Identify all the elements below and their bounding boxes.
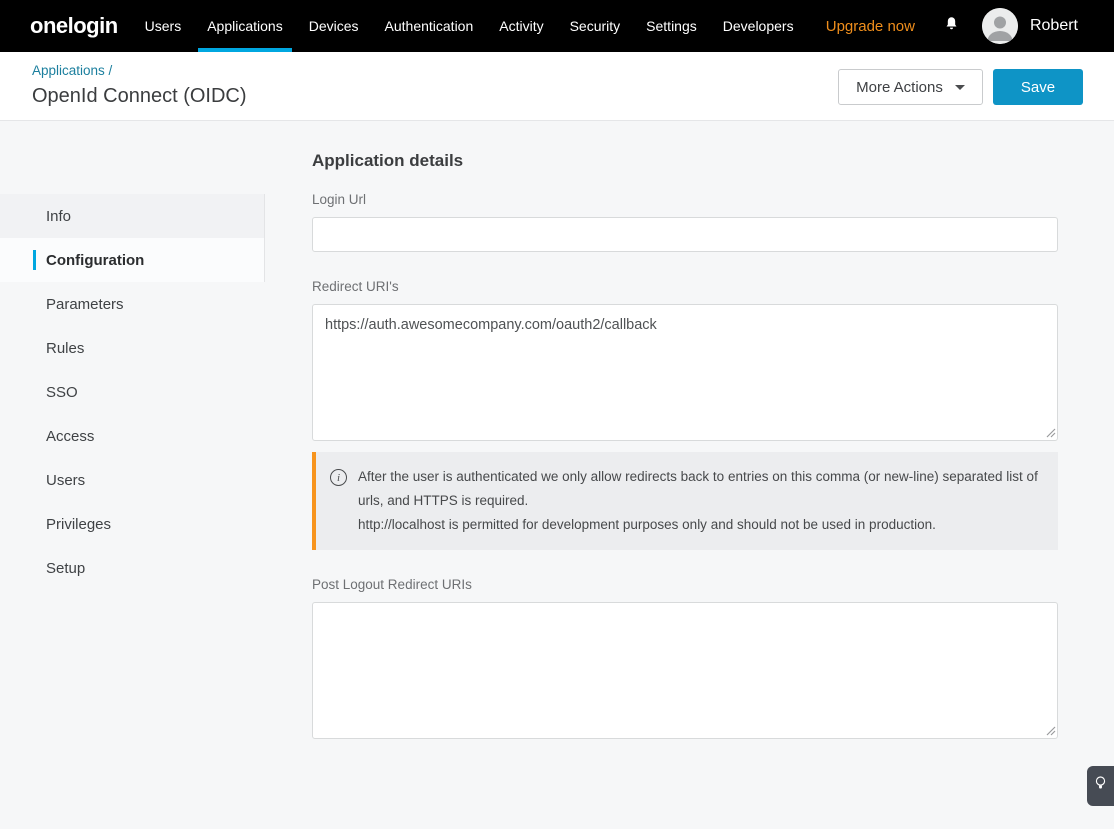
section-title: Application details xyxy=(312,152,1058,170)
info-icon: i xyxy=(330,469,347,486)
user-avatar[interactable] xyxy=(982,8,1018,44)
top-nav: onelogin Users Applications Devices Auth… xyxy=(0,0,1114,52)
upgrade-now-link[interactable]: Upgrade now xyxy=(826,18,915,35)
lightbulb-icon xyxy=(1094,775,1107,797)
nav-item-developers[interactable]: Developers xyxy=(710,0,807,52)
sidebar-item-users[interactable]: Users xyxy=(0,458,265,502)
post-logout-redirect-uris-label: Post Logout Redirect URIs xyxy=(312,578,1058,592)
top-nav-right: Upgrade now Robert xyxy=(826,0,1078,52)
username[interactable]: Robert xyxy=(1030,17,1078,35)
login-url-label: Login Url xyxy=(312,193,1058,207)
more-actions-button[interactable]: More Actions xyxy=(838,69,983,105)
nav-item-devices[interactable]: Devices xyxy=(296,0,372,52)
sidebar-item-privileges[interactable]: Privileges xyxy=(0,502,265,546)
breadcrumb[interactable]: Applications / xyxy=(32,63,112,78)
redirect-uris-textarea[interactable]: https://auth.awesomecompany.com/oauth2/c… xyxy=(312,304,1058,441)
nav-item-settings[interactable]: Settings xyxy=(633,0,710,52)
page-header: Applications / OpenId Connect (OIDC) Mor… xyxy=(0,52,1114,121)
post-logout-redirect-uris-textarea[interactable] xyxy=(312,602,1058,739)
info-note-text: After the user is authenticated we only … xyxy=(358,465,1038,537)
post-logout-redirect-uris-field xyxy=(312,602,1058,739)
body-area: Info Configuration Parameters Rules SSO … xyxy=(0,121,1114,829)
help-button[interactable] xyxy=(1087,766,1114,806)
nav-item-activity[interactable]: Activity xyxy=(486,0,556,52)
redirect-uris-field: https://auth.awesomecompany.com/oauth2/c… xyxy=(312,304,1058,441)
bell-icon xyxy=(943,15,960,38)
more-actions-label: More Actions xyxy=(856,79,943,96)
nav-item-authentication[interactable]: Authentication xyxy=(372,0,487,52)
sidebar-item-sso[interactable]: SSO xyxy=(0,370,265,414)
sidebar-item-configuration[interactable]: Configuration xyxy=(0,238,265,282)
save-button[interactable]: Save xyxy=(993,69,1083,105)
info-note-line-1: After the user is authenticated we only … xyxy=(358,465,1038,513)
info-note-line-2: http://localhost is permitted for develo… xyxy=(358,513,1038,537)
redirect-uris-label: Redirect URI's xyxy=(312,280,1058,294)
nav-item-security[interactable]: Security xyxy=(557,0,634,52)
chevron-down-icon xyxy=(955,85,965,90)
sidebar-item-access[interactable]: Access xyxy=(0,414,265,458)
nav-menu: Users Applications Devices Authenticatio… xyxy=(132,0,807,52)
onelogin-logo[interactable]: onelogin xyxy=(30,0,118,52)
resize-grip-icon[interactable] xyxy=(1046,726,1056,736)
sidebar-item-info[interactable]: Info xyxy=(0,194,265,238)
main-content: Application details Login Url Redirect U… xyxy=(265,121,1114,739)
sidebar: Info Configuration Parameters Rules SSO … xyxy=(0,121,265,590)
sidebar-item-parameters[interactable]: Parameters xyxy=(0,282,265,326)
sidebar-item-setup[interactable]: Setup xyxy=(0,546,265,590)
nav-item-users[interactable]: Users xyxy=(132,0,195,52)
notifications-button[interactable] xyxy=(943,15,960,38)
resize-grip-icon[interactable] xyxy=(1046,428,1056,438)
login-url-input[interactable] xyxy=(312,217,1058,252)
info-note: i After the user is authenticated we onl… xyxy=(312,452,1058,550)
nav-item-applications[interactable]: Applications xyxy=(194,0,296,52)
sidebar-item-rules[interactable]: Rules xyxy=(0,326,265,370)
header-actions: More Actions Save xyxy=(838,69,1083,105)
